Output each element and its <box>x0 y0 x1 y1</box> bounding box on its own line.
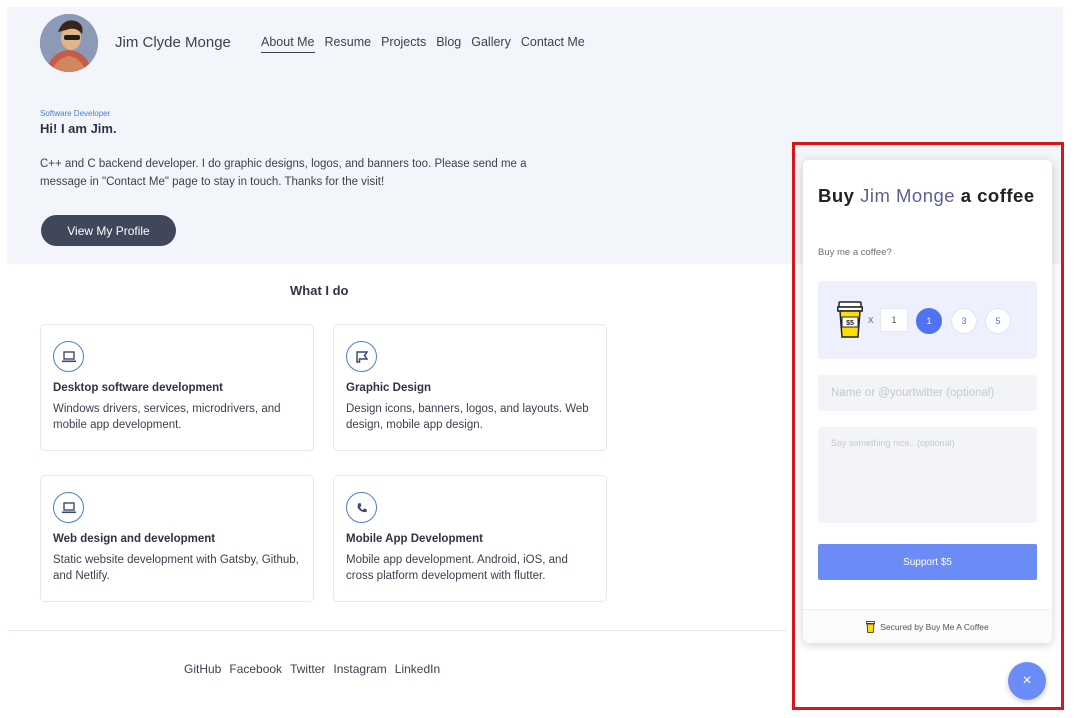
name-input[interactable] <box>818 375 1037 411</box>
service-title: Desktop software development <box>53 382 223 394</box>
laptop-icon <box>53 492 84 523</box>
widget-subtitle: Buy me a coffee? <box>818 247 892 258</box>
widget-title-prefix: Buy <box>818 185 855 206</box>
service-description: Static website development with Gatsby, … <box>53 554 299 582</box>
services-title: What I do <box>290 283 349 298</box>
times-sign: x <box>868 314 874 326</box>
service-title: Mobile App Development <box>346 533 483 545</box>
footer-link-github[interactable]: GitHub <box>184 662 221 676</box>
footer-link-twitter[interactable]: Twitter <box>290 662 325 676</box>
view-profile-button[interactable]: View My Profile <box>41 215 176 246</box>
nav-about-me[interactable]: About Me <box>261 35 315 53</box>
intro-line: C++ and C backend developer. I do graphi… <box>40 158 527 170</box>
greeting-heading: Hi! I am Jim. <box>40 121 117 136</box>
close-icon[interactable]: × <box>1008 662 1046 700</box>
service-card: Desktop software development Windows dri… <box>40 324 314 451</box>
nav-blog[interactable]: Blog <box>436 35 461 53</box>
nav-gallery[interactable]: Gallery <box>471 35 511 53</box>
quantity-input[interactable]: 1 <box>880 308 908 332</box>
service-card: Web design and development Static websit… <box>40 475 314 602</box>
nav-contact-me[interactable]: Contact Me <box>521 35 585 53</box>
buy-me-a-coffee-widget: Buy Jim Monge a coffee Buy me a coffee? … <box>803 160 1052 643</box>
flag-icon <box>346 341 377 372</box>
laptop-icon <box>53 341 84 372</box>
service-description: Design icons, banners, logos, and layout… <box>346 403 589 431</box>
profile-photo <box>40 14 98 72</box>
support-button[interactable]: Support $5 <box>818 544 1037 580</box>
widget-title-suffix: a coffee <box>960 185 1035 206</box>
price-tag: $5 <box>846 320 854 327</box>
service-title: Graphic Design <box>346 382 431 394</box>
site-name[interactable]: Jim Clyde Monge <box>115 34 231 51</box>
message-input[interactable] <box>818 427 1037 523</box>
main-nav: About Me Resume Projects Blog Gallery Co… <box>261 35 595 53</box>
coffee-cup-small-icon <box>866 620 876 633</box>
widget-title-name: Jim Monge <box>860 185 956 206</box>
widget-title: Buy Jim Monge a coffee <box>818 178 1038 213</box>
service-card: Mobile App Development Mobile app develo… <box>333 475 607 602</box>
service-description: Mobile app development. Android, iOS, an… <box>346 554 568 582</box>
service-title: Web design and development <box>53 533 216 545</box>
intro-text: C++ and C backend developer. I do graphi… <box>40 155 600 191</box>
secured-text[interactable]: Secured by Buy Me A Coffee <box>880 622 989 632</box>
service-description: Windows drivers, services, microdrivers,… <box>53 403 281 431</box>
coffee-quantity-picker: $5 x 1 1 3 5 <box>818 281 1037 359</box>
coffee-cup-icon: $5 <box>837 301 863 338</box>
quantity-option-1[interactable]: 1 <box>916 308 942 334</box>
service-card: Graphic Design Design icons, banners, lo… <box>333 324 607 451</box>
footer-link-instagram[interactable]: Instagram <box>333 662 386 676</box>
avatar[interactable] <box>40 14 98 72</box>
footer-link-linkedin[interactable]: LinkedIn <box>395 662 440 676</box>
phone-icon <box>346 492 377 523</box>
secured-footer: Secured by Buy Me A Coffee <box>803 609 1052 643</box>
footer-link-facebook[interactable]: Facebook <box>229 662 282 676</box>
quantity-option-3[interactable]: 3 <box>951 308 977 334</box>
nav-resume[interactable]: Resume <box>325 35 372 53</box>
role-label: Software Developer <box>40 109 111 118</box>
quantity-option-5[interactable]: 5 <box>985 308 1011 334</box>
footer-links: GitHub Facebook Twitter Instagram Linked… <box>184 662 448 676</box>
footer-divider <box>7 630 787 631</box>
intro-line: message in "Contact Me" page to stay in … <box>40 176 385 188</box>
nav-projects[interactable]: Projects <box>381 35 426 53</box>
